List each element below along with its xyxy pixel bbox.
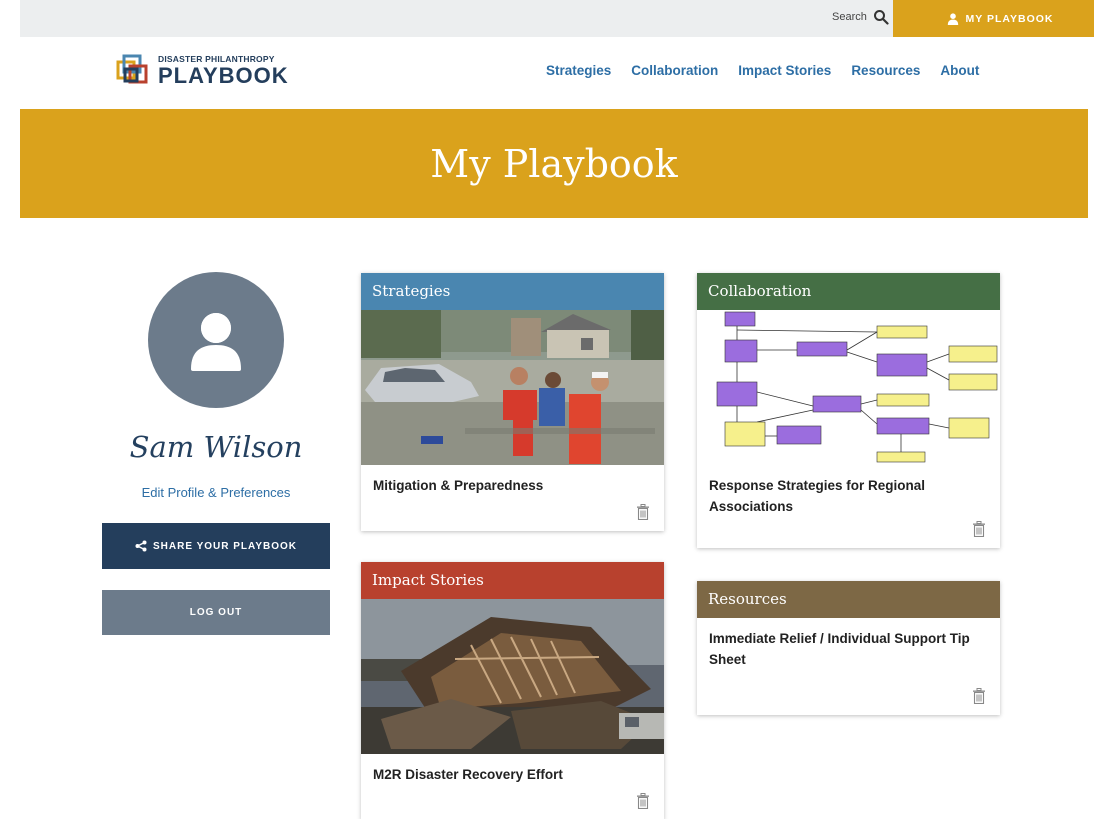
- nav-resources[interactable]: Resources: [851, 63, 920, 78]
- card-title[interactable]: Immediate Relief / Individual Support Ti…: [697, 618, 1000, 670]
- card-title[interactable]: Response Strategies for Regional Associa…: [697, 465, 1000, 517]
- edit-profile-link[interactable]: Edit Profile & Preferences: [101, 485, 331, 500]
- flood-rescue-image: [361, 310, 664, 465]
- card-category: Strategies: [361, 273, 664, 310]
- nav-strategies[interactable]: Strategies: [546, 63, 611, 78]
- logo-wordmark: PLAYBOOK: [158, 62, 289, 88]
- logout-button[interactable]: LOG OUT: [102, 590, 330, 635]
- share-playbook-label: SHARE YOUR PLAYBOOK: [152, 540, 298, 552]
- utility-bar: Search MY PLAYBOOK: [20, 0, 1094, 37]
- playbook-card-impact-stories[interactable]: Impact Stories M2R Disaster Recovery Eff…: [361, 562, 664, 819]
- avatar: [148, 272, 284, 408]
- nav-about[interactable]: About: [940, 63, 979, 78]
- search-label: Search: [832, 11, 867, 23]
- user-name: Sam Wilson: [129, 430, 303, 464]
- share-icon: [135, 540, 147, 552]
- playbook-card-strategies[interactable]: Strategies Mitigation & Preparedness: [361, 273, 664, 531]
- card-title[interactable]: Mitigation & Preparedness: [361, 465, 664, 496]
- page-title: My Playbook: [430, 141, 678, 186]
- trash-icon[interactable]: [972, 521, 986, 537]
- my-playbook-label: MY PLAYBOOK: [965, 12, 1054, 25]
- my-playbook-button[interactable]: MY PLAYBOOK: [893, 0, 1094, 37]
- trash-icon[interactable]: [636, 793, 650, 809]
- user-icon: [948, 12, 959, 25]
- card-category: Collaboration: [697, 273, 1000, 310]
- search-icon: [873, 10, 889, 25]
- nav-impact-stories[interactable]: Impact Stories: [738, 63, 831, 78]
- site-logo[interactable]: DISASTER PHILANTHROPY PLAYBOOK: [116, 54, 289, 88]
- card-category: Resources: [697, 581, 1000, 618]
- playbook-card-resources[interactable]: Resources Immediate Relief / Individual …: [697, 581, 1000, 715]
- trash-icon[interactable]: [636, 504, 650, 520]
- main-nav: Strategies Collaboration Impact Stories …: [546, 63, 979, 78]
- hero-banner: My Playbook: [20, 109, 1088, 218]
- card-category: Impact Stories: [361, 562, 664, 599]
- search-link[interactable]: Search: [832, 9, 889, 25]
- user-avatar-icon: [191, 313, 241, 371]
- logo-mark: [116, 54, 148, 84]
- flowchart-image: [697, 310, 1000, 465]
- share-playbook-button[interactable]: SHARE YOUR PLAYBOOK: [102, 523, 330, 569]
- nav-collaboration[interactable]: Collaboration: [631, 63, 718, 78]
- trash-icon[interactable]: [972, 688, 986, 704]
- destroyed-house-image: [361, 599, 664, 754]
- card-title[interactable]: M2R Disaster Recovery Effort: [361, 754, 664, 785]
- playbook-card-collaboration[interactable]: Collaboration Response Strategies for Re…: [697, 273, 1000, 548]
